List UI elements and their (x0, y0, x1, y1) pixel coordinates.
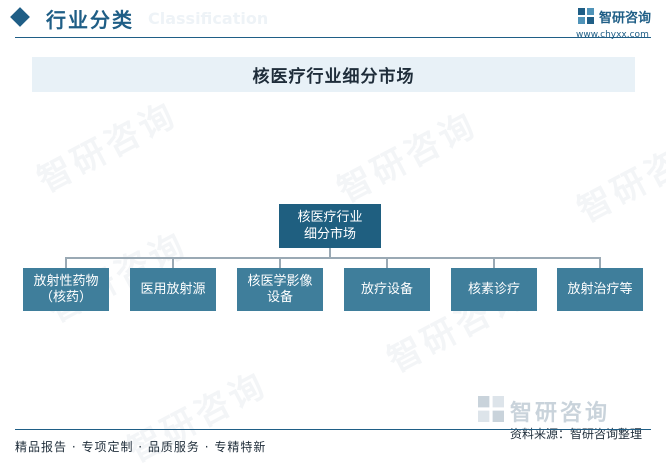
section-title-en: Classification (148, 9, 269, 28)
diagram-child-node: 放射治疗等 (557, 268, 643, 311)
watermark: 智研咨询 (331, 104, 485, 211)
brand-logo-icon (478, 396, 504, 422)
child-connector (65, 257, 67, 268)
brand-watermark: 智研咨询 (510, 401, 611, 426)
diagram-title: 核医疗行业细分市场 (252, 67, 415, 87)
brand-logo-icon (578, 8, 594, 24)
watermark: 智研咨询 (31, 94, 185, 201)
diagram-child-node: 放疗设备 (344, 268, 430, 311)
header-diamond-icon (10, 7, 30, 27)
source-note: 资料来源：智研咨询整理 (510, 427, 643, 441)
section-title: 行业分类 (46, 8, 134, 32)
brand-url: www.chyxx.com (576, 30, 649, 40)
child-connector (172, 257, 174, 268)
child-connector (599, 257, 601, 268)
footer-divider (15, 429, 651, 430)
child-connector (279, 257, 281, 268)
brand-name: 智研咨询 (599, 11, 652, 26)
child-connector (386, 257, 388, 268)
diagram-banner: 核医疗行业细分市场 (32, 57, 635, 92)
diagram-child-node: 核医学影像设备 (237, 268, 323, 311)
diagram-child-node: 核素诊疗 (451, 268, 537, 311)
header-divider (15, 37, 651, 38)
horizontal-connector (65, 257, 600, 259)
watermark: 智研咨询 (571, 124, 666, 231)
diagram-root-node: 核医疗行业细分市场 (279, 204, 381, 248)
child-connector (493, 257, 495, 268)
diagram-child-node: 放射性药物（核药） (23, 268, 109, 311)
diagram-child-node: 医用放射源 (130, 268, 216, 311)
footer-slogan: 精品报告 · 专项定制 · 品质服务 · 专精特新 (15, 440, 267, 454)
